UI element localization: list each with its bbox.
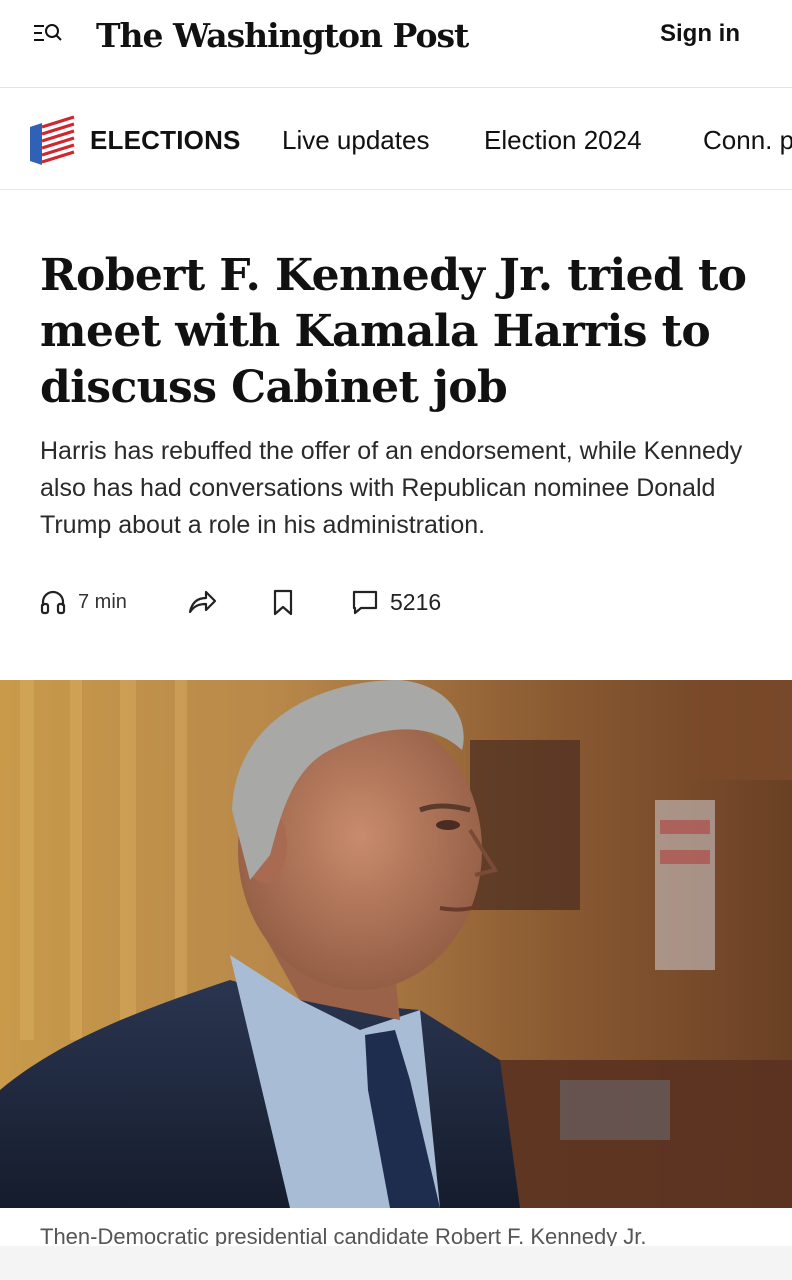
save-button[interactable] [270, 582, 296, 622]
nav-link-election-2024[interactable]: Election 2024 [484, 123, 642, 157]
flag-icon[interactable] [28, 113, 76, 167]
listen-duration: 7 min [78, 590, 127, 613]
article-headline: Robert F. Kennedy Jr. tried to meet with… [40, 248, 760, 416]
article-photo[interactable] [0, 680, 792, 1208]
comments-count: 5216 [390, 588, 442, 615]
section-nav: ELECTIONS Live updates Election 2024 Con… [0, 89, 792, 190]
bookmark-icon [270, 587, 296, 617]
article-dek: Harris has rebuffed the offer of an endo… [40, 437, 743, 539]
headphones-icon [38, 587, 68, 617]
headline-line: Robert F. Kennedy Jr. tried to [40, 250, 747, 301]
headline-line: discuss Cabinet job [40, 362, 508, 413]
masthead-logo[interactable]: The Washington Post [96, 10, 469, 60]
comments-button[interactable]: 5216 [350, 582, 441, 622]
bottom-bar [0, 1246, 792, 1280]
nav-link-connections[interactable]: Conn. p [703, 123, 792, 157]
sign-in-button[interactable]: Sign in [660, 18, 740, 50]
section-title[interactable]: ELECTIONS [90, 123, 241, 157]
menu-search-icon[interactable] [30, 18, 66, 50]
article-actions: 7 min 5216 [38, 582, 538, 622]
share-button[interactable] [186, 582, 218, 622]
top-header: The Washington Post Sign in [0, 0, 792, 88]
nav-link-live-updates[interactable]: Live updates [282, 123, 429, 157]
comment-icon [350, 587, 380, 617]
listen-button[interactable]: 7 min [38, 582, 127, 622]
headline-line: meet with Kamala Harris to [40, 306, 711, 357]
share-icon [186, 587, 218, 617]
